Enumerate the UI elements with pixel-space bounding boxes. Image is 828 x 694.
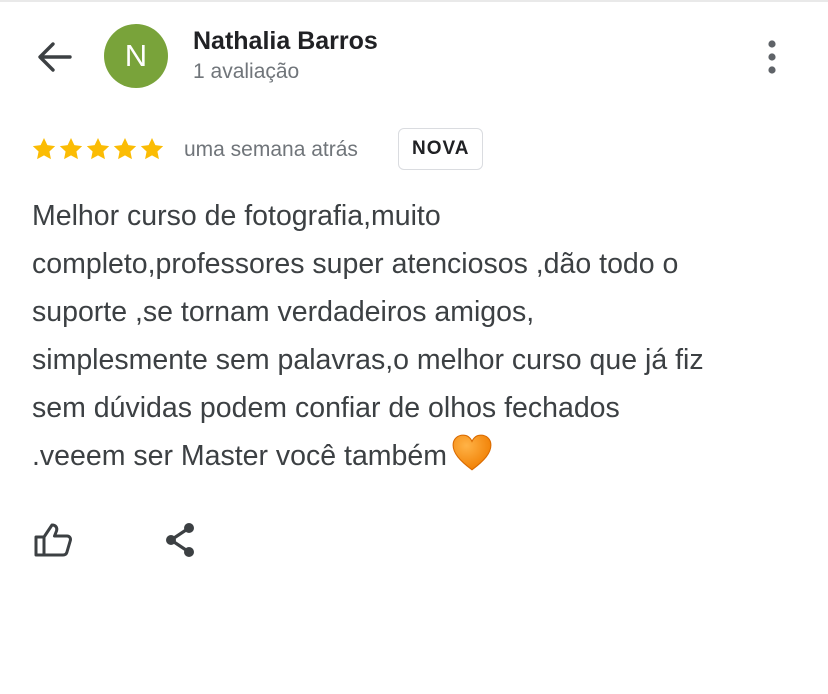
star-icon [59,137,83,160]
reviewer-name[interactable]: Nathalia Barros [193,27,378,56]
star-icon [140,137,164,160]
share-button[interactable] [157,517,203,563]
review-text-line: completo,professores super atenciosos ,d… [32,248,679,280]
review-text-line: Melhor curso de fotografia,muito [32,200,441,232]
new-badge: NOVA [398,128,484,170]
back-button[interactable] [28,34,80,80]
review-count: 1 avaliação [193,60,300,83]
star-icon [113,137,137,160]
thumbs-up-icon [34,523,72,557]
star-rating [31,136,165,162]
arrow-left-icon [38,42,72,72]
orange-heart-icon [452,434,492,471]
review-date: uma semana atrás [184,138,358,161]
review-text-line: sem dúvidas podem confiar de olhos fecha… [32,392,620,424]
share-icon [166,523,194,557]
more-vert-icon [768,40,776,74]
avatar[interactable]: N [104,24,168,88]
review-text-line: .veeem ser Master você também [32,440,447,472]
review-text-last-line: .veeem ser Master você também [32,432,802,480]
like-button[interactable] [30,517,76,563]
avatar-initial: N [124,38,148,73]
review-text: Melhor curso de fotografia,muito complet… [32,192,802,480]
review-text-line: simplesmente sem palavras,o melhor curso… [32,344,704,376]
star-icon [32,137,56,160]
more-options-button[interactable] [752,34,792,80]
review-text-line: suporte ,se tornam verdadeiros amigos, [32,296,535,328]
top-divider [0,0,828,2]
star-icon [86,137,110,160]
